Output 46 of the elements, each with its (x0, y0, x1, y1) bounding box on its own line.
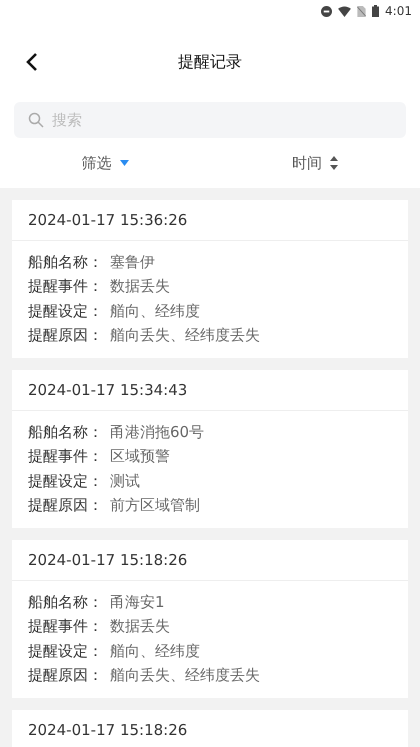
field-label: 提醒原因： (28, 496, 104, 516)
search-input[interactable]: 搜索 (50, 110, 392, 130)
record-time: 2024-01-17 15:18:26 (28, 551, 188, 569)
no-sim-icon (357, 6, 366, 16)
record-time: 2024-01-17 15:18:26 (28, 721, 188, 739)
field-label: 船舶名称： (28, 422, 104, 442)
field-value: 区域预警 (110, 447, 170, 466)
record-time: 2024-01-17 15:36:26 (28, 211, 188, 229)
field-value: 数据丢失 (110, 277, 170, 296)
back-icon[interactable] (26, 52, 38, 72)
field-value: 艏向、经纬度 (110, 642, 200, 661)
field-label: 船舶名称： (28, 252, 104, 272)
field-label: 提醒原因： (28, 326, 104, 346)
field-label: 船舶名称： (28, 592, 104, 612)
caret-icon (120, 160, 128, 166)
field-value: 艏向、经纬度 (110, 302, 200, 321)
field-value: 艏向丢失、经纬度丢失 (110, 326, 260, 346)
field-label: 提醒设定： (28, 642, 104, 661)
do-not-disturb-icon (321, 6, 332, 16)
search-field[interactable]: 搜索 (14, 102, 406, 138)
field-value: 艏向丢失、经纬度丢失 (110, 666, 260, 686)
record-card[interactable]: 2024-01-17 15:18:26 船舶名称： 甬海安1 提醒事件： 数据丢失 提醒设定： 艏向、经纬度 提醒原因： 艏向丢失、经纬度丢失 (12, 540, 408, 698)
filter-dropdown[interactable]: 筛选 (0, 154, 210, 172)
wifi-icon (338, 6, 352, 16)
battery-icon (372, 5, 380, 17)
field-value: 塞鲁伊 (110, 252, 155, 272)
page-title: 提醒记录 (178, 52, 242, 72)
record-card[interactable]: 2024-01-17 15:36:26 船舶名称： 塞鲁伊 提醒事件： 数据丢失 提醒设定： 艏向、经纬度 提醒原因： 艏向丢失、经纬度丢失 (12, 200, 408, 358)
sort-icon (330, 156, 338, 170)
field-label: 提醒设定： (28, 472, 104, 491)
status-time: 4:01 (385, 4, 412, 18)
field-value: 前方区域管制 (110, 496, 200, 516)
search-icon (28, 112, 44, 128)
field-label: 提醒事件： (28, 277, 104, 296)
field-value: 测试 (110, 472, 140, 491)
field-label: 提醒事件： (28, 617, 104, 636)
field-value: 甬海安1 (110, 592, 165, 612)
record-time: 2024-01-17 15:34:43 (28, 381, 188, 399)
field-label: 提醒原因： (28, 666, 104, 686)
record-card[interactable]: 2024-01-17 15:18:26 (12, 710, 408, 747)
field-label: 提醒事件： (28, 447, 104, 466)
field-value: 甬港消拖60号 (110, 422, 204, 442)
field-label: 提醒设定： (28, 302, 104, 321)
field-value: 数据丢失 (110, 617, 170, 636)
sort-button[interactable]: 时间 (210, 154, 420, 172)
record-card[interactable]: 2024-01-17 15:34:43 船舶名称： 甬港消拖60号 提醒事件： 区域预警 提醒设定： 测试 提醒原因： 前方区域管制 (12, 370, 408, 528)
